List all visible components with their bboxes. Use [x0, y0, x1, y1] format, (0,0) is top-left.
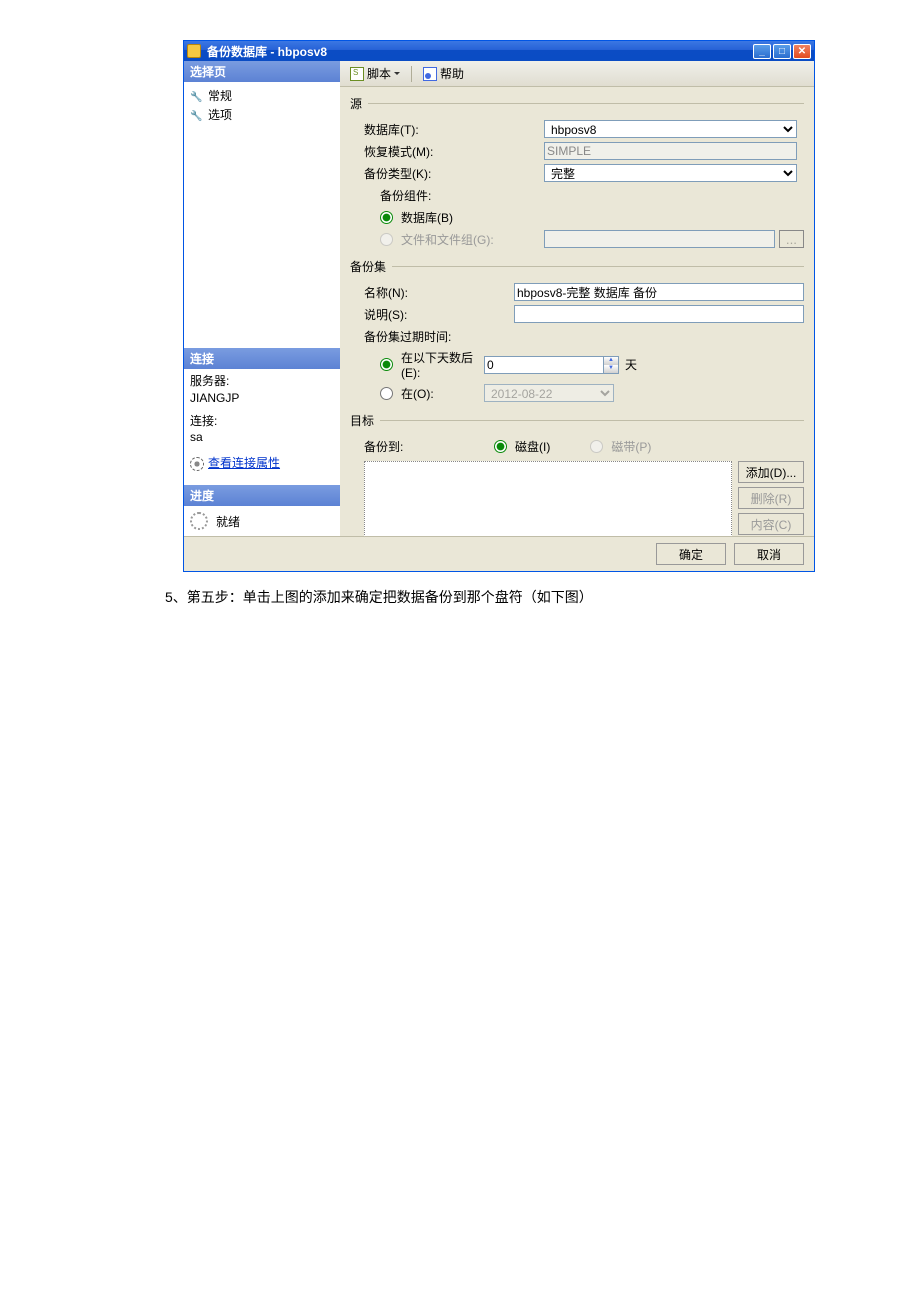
script-button[interactable]: 脚本 [346, 64, 404, 83]
expire-label: 备份集过期时间: [364, 328, 544, 345]
source-legend: 源 [350, 95, 362, 112]
database-label: 数据库(T): [364, 121, 544, 138]
radio-filegroups [380, 233, 393, 246]
connection-header: 连接 [184, 348, 340, 369]
destination-group: 目标 备份到: 磁盘(I) 磁带(P) [350, 412, 804, 536]
radio-database-label: 数据库(B) [401, 209, 453, 226]
source-group: 源 数据库(T): hbposv8 恢复模式(M): 备份类型(K): [350, 95, 804, 250]
dialog-footer: 确定 取消 [184, 536, 814, 571]
main-panel: 脚本 帮助 源 数据库(T): hbposv8 [340, 61, 814, 536]
after-label: 在以下天数后(E): [401, 349, 484, 380]
page-list: 常规 选项 [184, 82, 340, 128]
progress-block: 就绪 [184, 506, 340, 536]
spinner-up-icon[interactable]: ▲ [604, 357, 618, 365]
conn-label: 连接: [190, 413, 334, 430]
radio-tape-label: 磁带(P) [611, 438, 651, 455]
recovery-field [544, 142, 797, 160]
desc-field[interactable] [514, 305, 804, 323]
radio-on-date[interactable] [380, 387, 393, 400]
spinner-icon [190, 512, 208, 530]
help-label: 帮助 [440, 65, 464, 82]
backup-type-select[interactable]: 完整 [544, 164, 797, 182]
step-caption: 5、第五步：单击上图的添加来确定把数据备份到那个盘符（如下图） [165, 587, 900, 607]
server-label: 服务器: [190, 373, 334, 390]
radio-files-label: 文件和文件组(G): [401, 231, 494, 248]
titlebar: 备份数据库 - hbposv8 _ □ ✕ [184, 41, 814, 61]
days-field[interactable] [484, 356, 604, 374]
conn-value: sa [190, 429, 334, 446]
browse-filegroups-button: ... [779, 230, 804, 248]
dialog-body: 选择页 常规 选项 连接 服务器: JIANGJP 连接: sa [184, 61, 814, 536]
maximize-button[interactable]: □ [773, 44, 791, 59]
backup-type-label: 备份类型(K): [364, 165, 544, 182]
script-label: 脚本 [367, 65, 391, 82]
filegroups-field [544, 230, 775, 248]
radio-after-days[interactable] [380, 358, 393, 371]
destination-listbox[interactable] [364, 461, 732, 536]
dialog-window: 备份数据库 - hbposv8 _ □ ✕ 选择页 常规 选项 连接 [183, 40, 815, 572]
progress-header: 进度 [184, 485, 340, 506]
server-value: JIANGJP [190, 390, 334, 407]
dest-legend: 目标 [350, 412, 374, 429]
remove-button: 删除(R) [738, 487, 804, 509]
days-unit: 天 [625, 356, 637, 373]
sidebar-item-label: 常规 [208, 87, 232, 104]
database-select[interactable]: hbposv8 [544, 120, 797, 138]
cancel-button[interactable]: 取消 [734, 543, 804, 565]
sidebar-item-options[interactable]: 选项 [190, 105, 334, 124]
name-field[interactable] [514, 283, 804, 301]
view-conn-link[interactable]: 查看连接属性 [208, 455, 280, 472]
on-label: 在(O): [401, 385, 434, 402]
ok-button[interactable]: 确定 [656, 543, 726, 565]
help-button[interactable]: 帮助 [419, 64, 468, 83]
help-icon [423, 67, 437, 81]
progress-status: 就绪 [216, 513, 240, 530]
sidebar-item-label: 选项 [208, 106, 232, 123]
name-label: 名称(N): [364, 284, 514, 301]
radio-disk[interactable] [494, 440, 507, 453]
sidebar: 选择页 常规 选项 连接 服务器: JIANGJP 连接: sa [184, 61, 340, 536]
minimize-button[interactable]: _ [753, 44, 771, 59]
radio-tape [590, 440, 603, 453]
view-conn-props[interactable]: 查看连接属性 [190, 454, 334, 473]
days-spinner[interactable]: ▲ ▼ [484, 356, 619, 374]
dropdown-arrow-icon [394, 72, 400, 78]
connection-info: 服务器: JIANGJP 连接: sa 查看连接属性 [184, 369, 340, 477]
script-icon [350, 67, 364, 81]
gear-icon [190, 457, 204, 471]
desc-label: 说明(S): [364, 306, 514, 323]
radio-database[interactable] [380, 211, 393, 224]
spinner-down-icon[interactable]: ▼ [604, 365, 618, 373]
toolbar: 脚本 帮助 [340, 61, 814, 87]
select-page-header: 选择页 [184, 61, 340, 82]
radio-disk-label: 磁盘(I) [515, 438, 550, 455]
window-controls: _ □ ✕ [753, 44, 811, 59]
backupset-group: 备份集 名称(N): 说明(S): 备份集过期时间: [350, 258, 804, 404]
add-button[interactable]: 添加(D)... [738, 461, 804, 483]
window-title: 备份数据库 - hbposv8 [207, 43, 753, 60]
app-icon [187, 44, 201, 58]
expire-date-select: 2012-08-22 [484, 384, 614, 402]
content-area: 源 数据库(T): hbposv8 恢复模式(M): 备份类型(K): [340, 87, 814, 536]
close-button[interactable]: ✕ [793, 44, 811, 59]
page-icon [190, 89, 204, 103]
component-label: 备份组件: [364, 187, 544, 204]
contents-button: 内容(C) [738, 513, 804, 535]
toolbar-separator [411, 66, 412, 82]
page-icon [190, 108, 204, 122]
sidebar-item-general[interactable]: 常规 [190, 86, 334, 105]
backup-to-label: 备份到: [364, 438, 494, 455]
backupset-legend: 备份集 [350, 258, 386, 275]
recovery-label: 恢复模式(M): [364, 143, 544, 160]
